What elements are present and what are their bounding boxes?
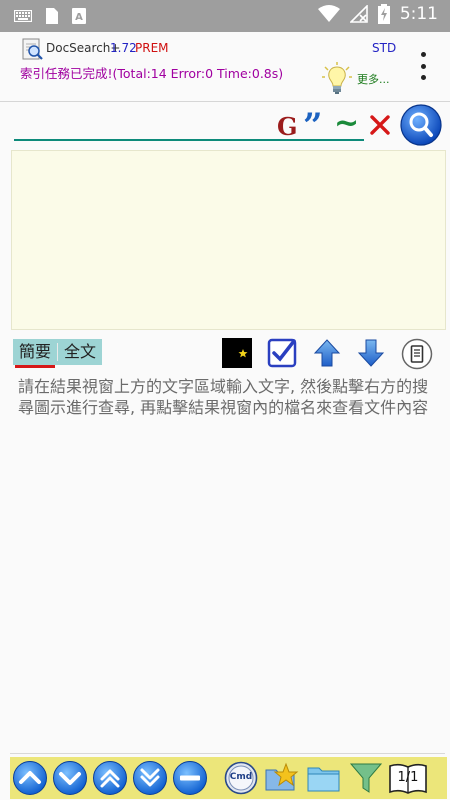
google-icon[interactable]: G bbox=[277, 112, 298, 141]
arrow-up-icon[interactable] bbox=[312, 338, 342, 368]
status-bar-notifications: A bbox=[14, 8, 86, 24]
cmd-icon[interactable]: Cmd bbox=[224, 761, 258, 795]
clock: 5:11 bbox=[399, 4, 438, 24]
more-button[interactable]: 更多... bbox=[357, 71, 390, 87]
results-list[interactable] bbox=[11, 150, 446, 330]
arrow-down-icon[interactable] bbox=[356, 338, 386, 368]
bottom-toolbar: Cmd 1/1 bbox=[10, 757, 447, 799]
tab-fulltext[interactable]: 全文 bbox=[58, 339, 102, 365]
app-logo-icon bbox=[22, 38, 43, 60]
sim-card-icon bbox=[46, 8, 58, 24]
next-hit-icon[interactable] bbox=[132, 760, 168, 796]
lightbulb-icon[interactable] bbox=[322, 62, 352, 96]
clear-icon[interactable] bbox=[369, 114, 391, 136]
page-down-icon[interactable] bbox=[52, 760, 88, 796]
search-icon[interactable] bbox=[400, 104, 442, 146]
svg-text:A: A bbox=[75, 12, 83, 23]
wifi-icon bbox=[317, 5, 340, 22]
bottom-divider bbox=[10, 753, 445, 754]
status-bar: A 5:11 bbox=[0, 0, 450, 32]
index-status-message: 索引任務已完成!(Total:14 Error:0 Time:0.8s) bbox=[20, 66, 284, 81]
mode-toggle[interactable]: STD bbox=[372, 41, 396, 55]
overflow-menu-icon[interactable] bbox=[416, 52, 430, 80]
view-tabs: 簡要 全文 bbox=[13, 339, 103, 368]
filter-icon[interactable] bbox=[348, 760, 384, 796]
book-icon[interactable]: 1/1 bbox=[388, 760, 428, 796]
favorites-icon[interactable] bbox=[264, 760, 300, 796]
collapse-icon[interactable] bbox=[172, 760, 208, 796]
no-signal-icon bbox=[349, 5, 368, 23]
status-bar-system: 5:11 bbox=[317, 4, 438, 24]
folder-icon[interactable] bbox=[306, 760, 342, 796]
preview-text: 請在結果視窗上方的文字區域輸入文字, 然後點擊右方的搜尋圖示進行查尋, 再點擊結… bbox=[18, 377, 429, 417]
view-toolbar: 簡要 全文 bbox=[0, 335, 450, 371]
page-up-icon[interactable] bbox=[12, 760, 48, 796]
page-indicator: 1/1 bbox=[397, 770, 419, 785]
keyboard-icon bbox=[14, 10, 32, 22]
tilde-icon[interactable]: ~ bbox=[334, 106, 359, 142]
search-input[interactable] bbox=[14, 108, 274, 138]
checkbox-icon[interactable] bbox=[267, 338, 297, 368]
reader-icon[interactable] bbox=[401, 338, 433, 370]
app-header: DocSearch+ 1.72 PREM STD 索引任務已完成!(Total:… bbox=[0, 32, 450, 102]
quote-icon[interactable]: ” bbox=[303, 106, 323, 146]
tab-summary[interactable]: 簡要 bbox=[13, 339, 57, 368]
search-bar: G ” ~ bbox=[0, 102, 450, 148]
edition-label: PREM bbox=[135, 41, 169, 55]
cmd-label: Cmd bbox=[229, 772, 253, 782]
a-notification-icon: A bbox=[72, 8, 86, 24]
app-version: 1.72 bbox=[110, 41, 137, 55]
night-mode-icon[interactable] bbox=[222, 338, 252, 368]
battery-charging-icon bbox=[377, 4, 390, 24]
prev-hit-icon[interactable] bbox=[92, 760, 128, 796]
